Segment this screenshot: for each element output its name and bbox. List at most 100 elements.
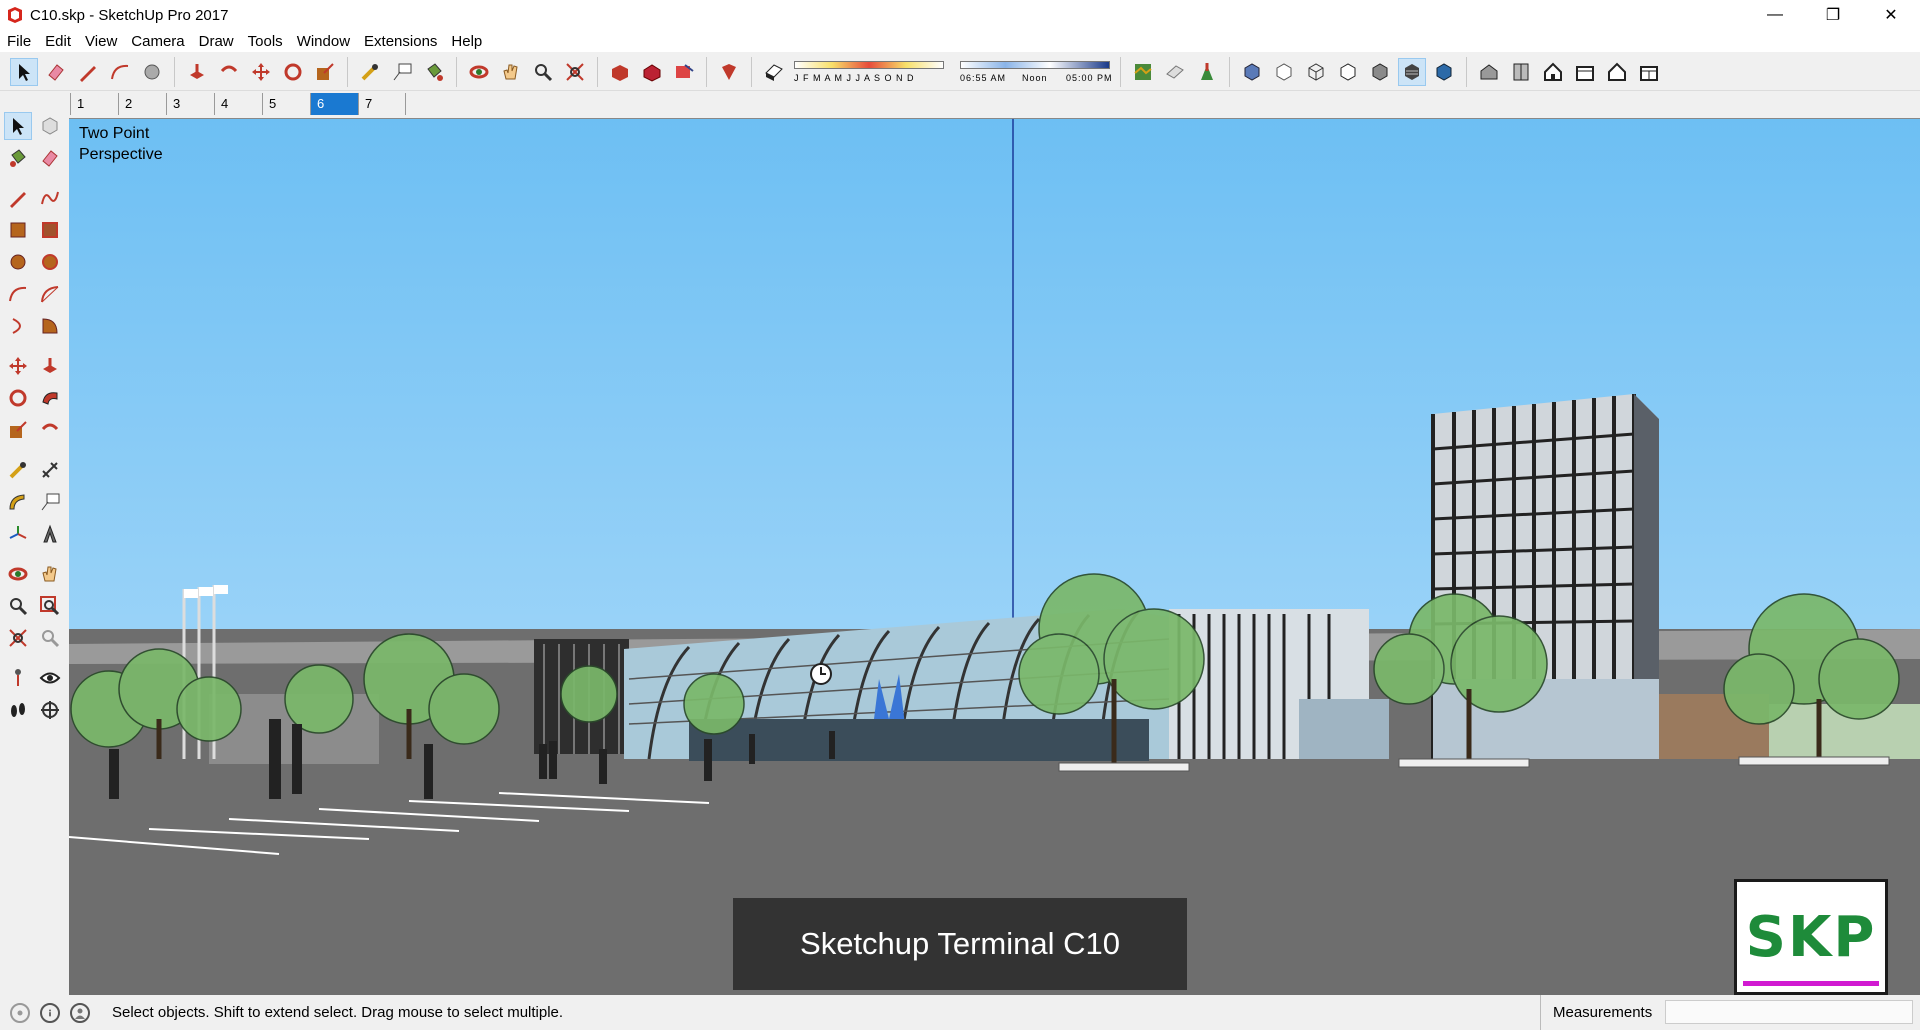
- scene-tab-7[interactable]: 7: [358, 93, 406, 115]
- pan-tool-button[interactable]: [497, 58, 525, 86]
- smoove-button[interactable]: [1193, 58, 1221, 86]
- push-pull-tool-button[interactable]: [183, 58, 211, 86]
- eraser-tool-button[interactable]: [42, 58, 70, 86]
- tape-measure-button[interactable]: [356, 58, 384, 86]
- iso-view-button[interactable]: [1475, 58, 1503, 86]
- offset-tool-button[interactable]: [215, 58, 243, 86]
- xray-style-button[interactable]: [1238, 58, 1266, 86]
- wireframe-style-button[interactable]: [1302, 58, 1330, 86]
- arc-tool-button[interactable]: [106, 58, 134, 86]
- sandbox-from-contours-button[interactable]: [1129, 58, 1157, 86]
- dimension-tool-button[interactable]: [36, 456, 64, 484]
- circle-tool-button[interactable]: [4, 248, 32, 276]
- protractor-tool-button[interactable]: [4, 488, 32, 516]
- scene-tab-6[interactable]: 6: [310, 93, 358, 115]
- move-tool-button[interactable]: [247, 58, 275, 86]
- shape-tool-button[interactable]: [138, 58, 166, 86]
- menu-view[interactable]: View: [78, 33, 124, 50]
- follow-me-tool-button[interactable]: [36, 384, 64, 412]
- look-around-button[interactable]: [36, 664, 64, 692]
- orbit-tool-button[interactable]: [4, 560, 32, 588]
- model-viewport[interactable]: Two Point Perspective Sketchup Terminal …: [69, 118, 1920, 995]
- three-point-arc-button[interactable]: [4, 312, 32, 340]
- zoom-window-button[interactable]: [36, 592, 64, 620]
- menu-camera[interactable]: Camera: [124, 33, 191, 50]
- scene-tab-2[interactable]: 2: [118, 93, 166, 115]
- rotated-rectangle-button[interactable]: [36, 216, 64, 244]
- warehouse-button[interactable]: [606, 58, 634, 86]
- shaded-style-button[interactable]: [1366, 58, 1394, 86]
- menu-file[interactable]: File: [0, 33, 38, 50]
- left-view-button[interactable]: [1635, 58, 1663, 86]
- close-button[interactable]: ✕: [1862, 0, 1920, 30]
- position-camera-button[interactable]: [4, 664, 32, 692]
- previous-view-button[interactable]: [36, 624, 64, 652]
- menu-extensions[interactable]: Extensions: [357, 33, 444, 50]
- scene-tab-3[interactable]: 3: [166, 93, 214, 115]
- top-view-button[interactable]: [1507, 58, 1535, 86]
- menu-draw[interactable]: Draw: [192, 33, 241, 50]
- shadows-toggle-button[interactable]: [760, 58, 788, 86]
- offset-tool-button[interactable]: [36, 416, 64, 444]
- measurements-input[interactable]: [1665, 1000, 1913, 1024]
- sandbox-from-scratch-button[interactable]: [1161, 58, 1189, 86]
- text-tool-button[interactable]: [388, 58, 416, 86]
- menu-window[interactable]: Window: [290, 33, 357, 50]
- shaded-textures-style-button[interactable]: [1398, 57, 1426, 86]
- text-tool-button[interactable]: [36, 488, 64, 516]
- axes-tool-button[interactable]: [4, 520, 32, 548]
- pan-tool-button[interactable]: [36, 560, 64, 588]
- walk-tool-button[interactable]: [4, 696, 32, 724]
- zoom-tool-button[interactable]: [4, 592, 32, 620]
- geo-location-icon[interactable]: [10, 1002, 30, 1023]
- polygon-tool-button[interactable]: [36, 248, 64, 276]
- 3d-text-tool-button[interactable]: [36, 520, 64, 548]
- minimize-button[interactable]: —: [1746, 0, 1804, 30]
- tape-measure-button[interactable]: [4, 456, 32, 484]
- section-plane-button[interactable]: [36, 696, 64, 724]
- scene-tab-4[interactable]: 4: [214, 93, 262, 115]
- scene-tab-5[interactable]: 5: [262, 93, 310, 115]
- scale-tool-button[interactable]: [4, 416, 32, 444]
- credits-info-icon[interactable]: [40, 1002, 60, 1023]
- rotate-tool-button[interactable]: [4, 384, 32, 412]
- line-tool-button[interactable]: [4, 184, 32, 212]
- pie-tool-button[interactable]: [36, 312, 64, 340]
- move-tool-button[interactable]: [4, 352, 32, 380]
- front-view-button[interactable]: [1539, 58, 1567, 86]
- scale-tool-button[interactable]: [311, 58, 339, 86]
- share-component-button[interactable]: [670, 58, 698, 86]
- restore-button[interactable]: ❐: [1804, 0, 1862, 30]
- shadow-month-slider[interactable]: J F M A M J J A S O N D: [794, 57, 944, 87]
- menu-edit[interactable]: Edit: [38, 33, 78, 50]
- paint-bucket-button[interactable]: [4, 144, 32, 172]
- shadow-time-slider[interactable]: 06:55 AM Noon 05:00 PM: [960, 57, 1112, 87]
- zoom-tool-button[interactable]: [529, 58, 557, 86]
- zoom-extents-button[interactable]: [4, 624, 32, 652]
- monochrome-style-button[interactable]: [1430, 58, 1458, 86]
- push-pull-tool-button[interactable]: [36, 352, 64, 380]
- back-view-button[interactable]: [1603, 58, 1631, 86]
- scene-tab-1[interactable]: 1: [70, 93, 118, 115]
- back-edges-style-button[interactable]: [1270, 58, 1298, 86]
- select-tool-button[interactable]: [10, 57, 38, 86]
- paint-bucket-button[interactable]: [420, 58, 448, 86]
- two-point-arc-button[interactable]: [36, 280, 64, 308]
- orbit-tool-button[interactable]: [465, 58, 493, 86]
- rectangle-tool-button[interactable]: [4, 216, 32, 244]
- zoom-extents-button[interactable]: [561, 58, 589, 86]
- freehand-tool-button[interactable]: [36, 184, 64, 212]
- menu-tools[interactable]: Tools: [241, 33, 290, 50]
- select-tool-button[interactable]: [4, 112, 32, 140]
- menu-help[interactable]: Help: [444, 33, 489, 50]
- make-component-button[interactable]: [36, 112, 64, 140]
- share-model-button[interactable]: [638, 58, 666, 86]
- arc-tool-button[interactable]: [4, 280, 32, 308]
- user-account-icon[interactable]: [70, 1002, 90, 1023]
- eraser-tool-button[interactable]: [36, 144, 64, 172]
- hidden-line-style-button[interactable]: [1334, 58, 1362, 86]
- right-view-button[interactable]: [1571, 58, 1599, 86]
- extension-warehouse-button[interactable]: [715, 58, 743, 86]
- rotate-tool-button[interactable]: [279, 58, 307, 86]
- line-tool-button[interactable]: [74, 58, 102, 86]
